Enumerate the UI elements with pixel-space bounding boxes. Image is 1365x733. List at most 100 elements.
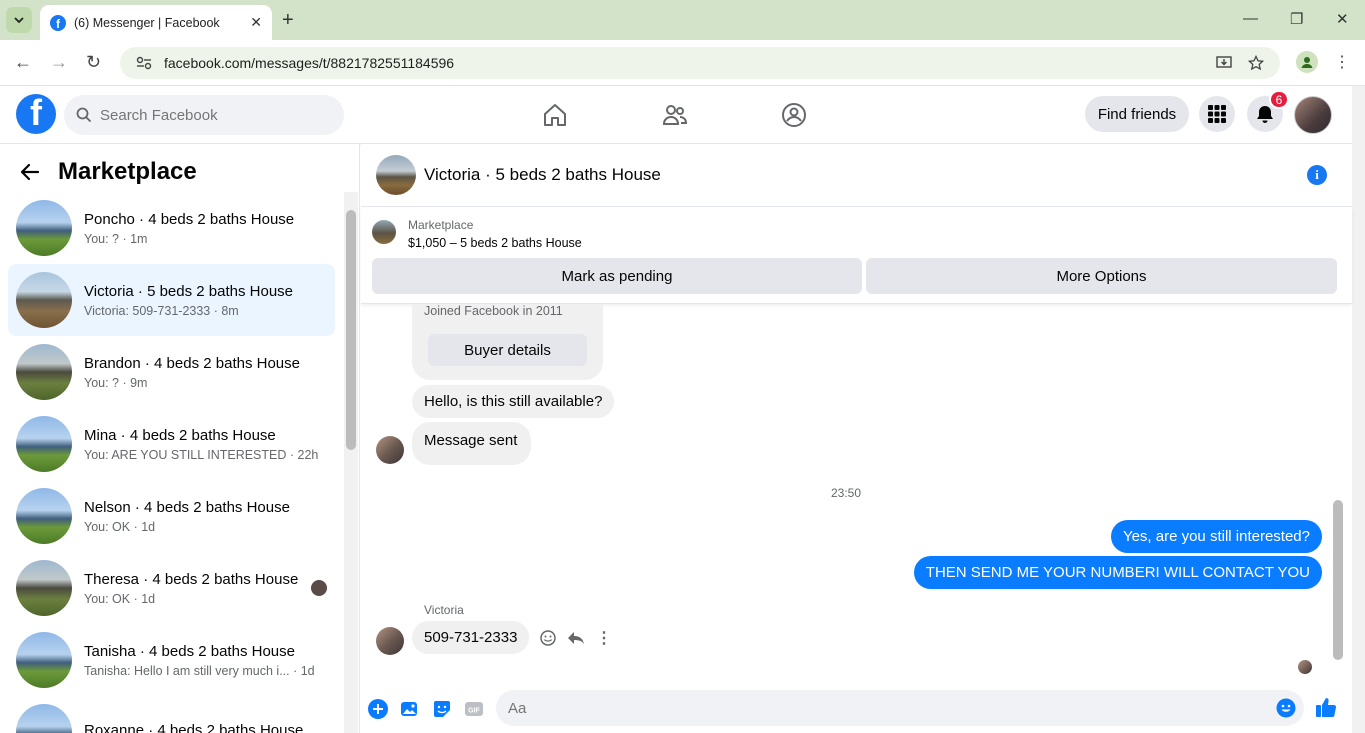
listing-banner: Marketplace $1,050 – 5 beds 2 baths Hous…	[361, 208, 1352, 304]
chat-panel: Victoria · 5 beds 2 baths House i Market…	[361, 144, 1352, 733]
panel-header: Marketplace	[20, 158, 197, 186]
conversation-item[interactable]: Roxanne · 4 beds 2 baths House	[8, 696, 335, 733]
chat-title[interactable]: Victoria · 5 beds 2 baths House	[424, 165, 661, 185]
search-box[interactable]	[64, 95, 344, 135]
sender-name: Victoria	[424, 603, 464, 617]
restore-icon[interactable]: ❐	[1290, 10, 1303, 28]
conversation-item[interactable]: Mina · 4 beds 2 baths House You: ARE YOU …	[8, 408, 335, 480]
menu-grid-button[interactable]	[1199, 96, 1235, 132]
address-bar[interactable]: facebook.com/messages/t/8821782551184596	[120, 47, 1280, 79]
buyer-details-button[interactable]: Buyer details	[428, 334, 587, 366]
conversation-name: Nelson · 4 beds 2 baths House	[84, 498, 290, 516]
conversation-avatar	[16, 200, 72, 256]
incoming-message[interactable]: 509-731-2333	[412, 621, 530, 654]
grid-menu-icon	[1208, 105, 1226, 123]
listing-price[interactable]: $1,050 – 5 beds 2 baths House	[408, 236, 582, 250]
svg-text:GIF: GIF	[468, 708, 480, 715]
photo-icon[interactable]	[399, 698, 421, 720]
reply-icon[interactable]	[566, 628, 586, 648]
close-tab-icon[interactable]: ✕	[250, 14, 262, 31]
listing-label: Marketplace	[408, 218, 474, 232]
back-icon[interactable]: ←	[14, 52, 32, 73]
conversation-preview: Tanisha: Hello I am still very much i...…	[84, 663, 315, 678]
back-arrow-icon[interactable]	[20, 163, 40, 181]
sender-avatar[interactable]	[376, 436, 404, 464]
conversation-item-active[interactable]: Victoria · 5 beds 2 baths House Victoria:…	[8, 264, 335, 336]
thumbs-up-icon[interactable]	[1315, 696, 1337, 718]
facebook-favicon-icon: f	[50, 14, 66, 31]
conversation-avatar	[16, 272, 72, 328]
new-tab-icon[interactable]: +	[282, 9, 294, 32]
conversation-name: Brandon · 4 beds 2 baths House	[84, 354, 300, 372]
tab-search-button[interactable]	[6, 7, 32, 33]
incoming-message[interactable]: Hello, is this still available?	[412, 385, 615, 418]
message-scrollbar[interactable]	[1331, 304, 1345, 679]
message-composer: GIF	[361, 684, 1352, 733]
profile-avatar[interactable]	[1294, 96, 1332, 134]
conversation-preview: Victoria: 509-731-2333 · 8m	[84, 303, 239, 318]
conversation-scrollbar[interactable]	[344, 192, 358, 733]
tab-title: (6) Messenger | Facebook	[74, 15, 220, 30]
conversation-preview: You: OK · 1d	[84, 591, 156, 606]
emoji-icon[interactable]	[1276, 698, 1296, 718]
notification-badge: 6	[1269, 90, 1289, 109]
conversation-avatar	[16, 488, 72, 544]
forward-icon[interactable]: →	[50, 52, 68, 73]
message-input[interactable]	[508, 699, 1248, 717]
conversation-item[interactable]: Theresa · 4 beds 2 baths House You: OK · …	[8, 552, 335, 624]
conversation-avatar	[16, 704, 72, 733]
chrome-profile-icon[interactable]	[1296, 51, 1318, 73]
listing-thumbnail[interactable]	[372, 220, 396, 244]
plus-icon[interactable]	[367, 698, 389, 720]
page-scrollbar[interactable]	[1352, 86, 1365, 733]
react-icon[interactable]	[538, 628, 558, 648]
conversation-preview: You: ARE YOU STILL INTERESTED · 22h	[84, 447, 319, 462]
conversation-item[interactable]: Brandon · 4 beds 2 baths House You: ? · 9…	[8, 336, 335, 408]
conversation-name: Victoria · 5 beds 2 baths House	[84, 282, 294, 300]
bookmark-star-icon[interactable]	[1240, 55, 1272, 71]
outgoing-message[interactable]: Yes, are you still interested?	[1110, 520, 1322, 553]
conversation-item[interactable]: Nelson · 4 beds 2 baths House You: OK · 1…	[8, 480, 335, 552]
install-app-icon[interactable]	[1208, 56, 1240, 70]
conversation-name: Theresa · 4 beds 2 baths House	[84, 570, 299, 588]
find-friends-button[interactable]: Find friends	[1085, 96, 1189, 132]
chevron-down-icon	[14, 16, 24, 23]
info-icon[interactable]: i	[1307, 165, 1327, 185]
conversation-name: Roxanne · 4 beds 2 baths House	[84, 721, 304, 733]
conversation-preview: You: OK · 1d	[84, 519, 156, 534]
friends-nav-icon[interactable]	[660, 100, 690, 130]
sender-avatar[interactable]	[376, 627, 404, 655]
mark-pending-button[interactable]: Mark as pending	[372, 258, 862, 294]
incoming-message[interactable]: Message sent	[412, 422, 532, 465]
seen-receipt-avatar	[1298, 660, 1312, 674]
chat-header: Victoria · 5 beds 2 baths House i	[361, 144, 1352, 207]
home-nav-icon[interactable]	[540, 100, 570, 130]
browser-toolbar: ← → ↻ facebook.com/messages/t/8821782551…	[0, 40, 1365, 86]
groups-nav-icon[interactable]	[779, 100, 809, 130]
search-input[interactable]	[100, 106, 320, 124]
minimize-icon[interactable]: —	[1243, 10, 1258, 27]
sticker-icon[interactable]	[431, 698, 453, 720]
gif-icon[interactable]: GIF	[463, 698, 485, 720]
chrome-menu-icon[interactable]: ⋮	[1334, 52, 1350, 72]
message-input-box[interactable]	[496, 690, 1304, 726]
site-info-icon[interactable]	[134, 56, 154, 70]
facebook-logo-icon[interactable]: f	[16, 94, 56, 134]
conversation-item[interactable]: Poncho · 4 beds 2 baths House You: ? · 1m	[8, 192, 335, 264]
conversation-list: Poncho · 4 beds 2 baths House You: ? · 1m…	[8, 192, 335, 733]
scrollbar-thumb[interactable]	[1333, 500, 1343, 660]
conversation-item[interactable]: Tanisha · 4 beds 2 baths House Tanisha: H…	[8, 624, 335, 696]
url-text: facebook.com/messages/t/8821782551184596	[164, 55, 455, 71]
message-timestamp: 23:50	[830, 486, 862, 500]
browser-tab[interactable]: f (6) Messenger | Facebook ✕	[40, 5, 272, 40]
outgoing-message[interactable]: THEN SEND ME YOUR NUMBERI WILL CONTACT Y…	[913, 556, 1322, 589]
reload-icon[interactable]: ↻	[86, 52, 101, 73]
more-options-button[interactable]: More Options	[866, 258, 1337, 294]
message-thread: Joined Facebook in 2011 Buyer details He…	[361, 304, 1352, 679]
joined-text: Joined Facebook in 2011	[424, 304, 563, 318]
scrollbar-thumb[interactable]	[346, 210, 356, 450]
conversation-preview: You: ? · 9m	[84, 375, 148, 390]
close-window-icon[interactable]: ✕	[1336, 10, 1349, 28]
more-actions-icon[interactable]: ⋮	[594, 628, 614, 648]
chat-avatar[interactable]	[376, 155, 416, 195]
